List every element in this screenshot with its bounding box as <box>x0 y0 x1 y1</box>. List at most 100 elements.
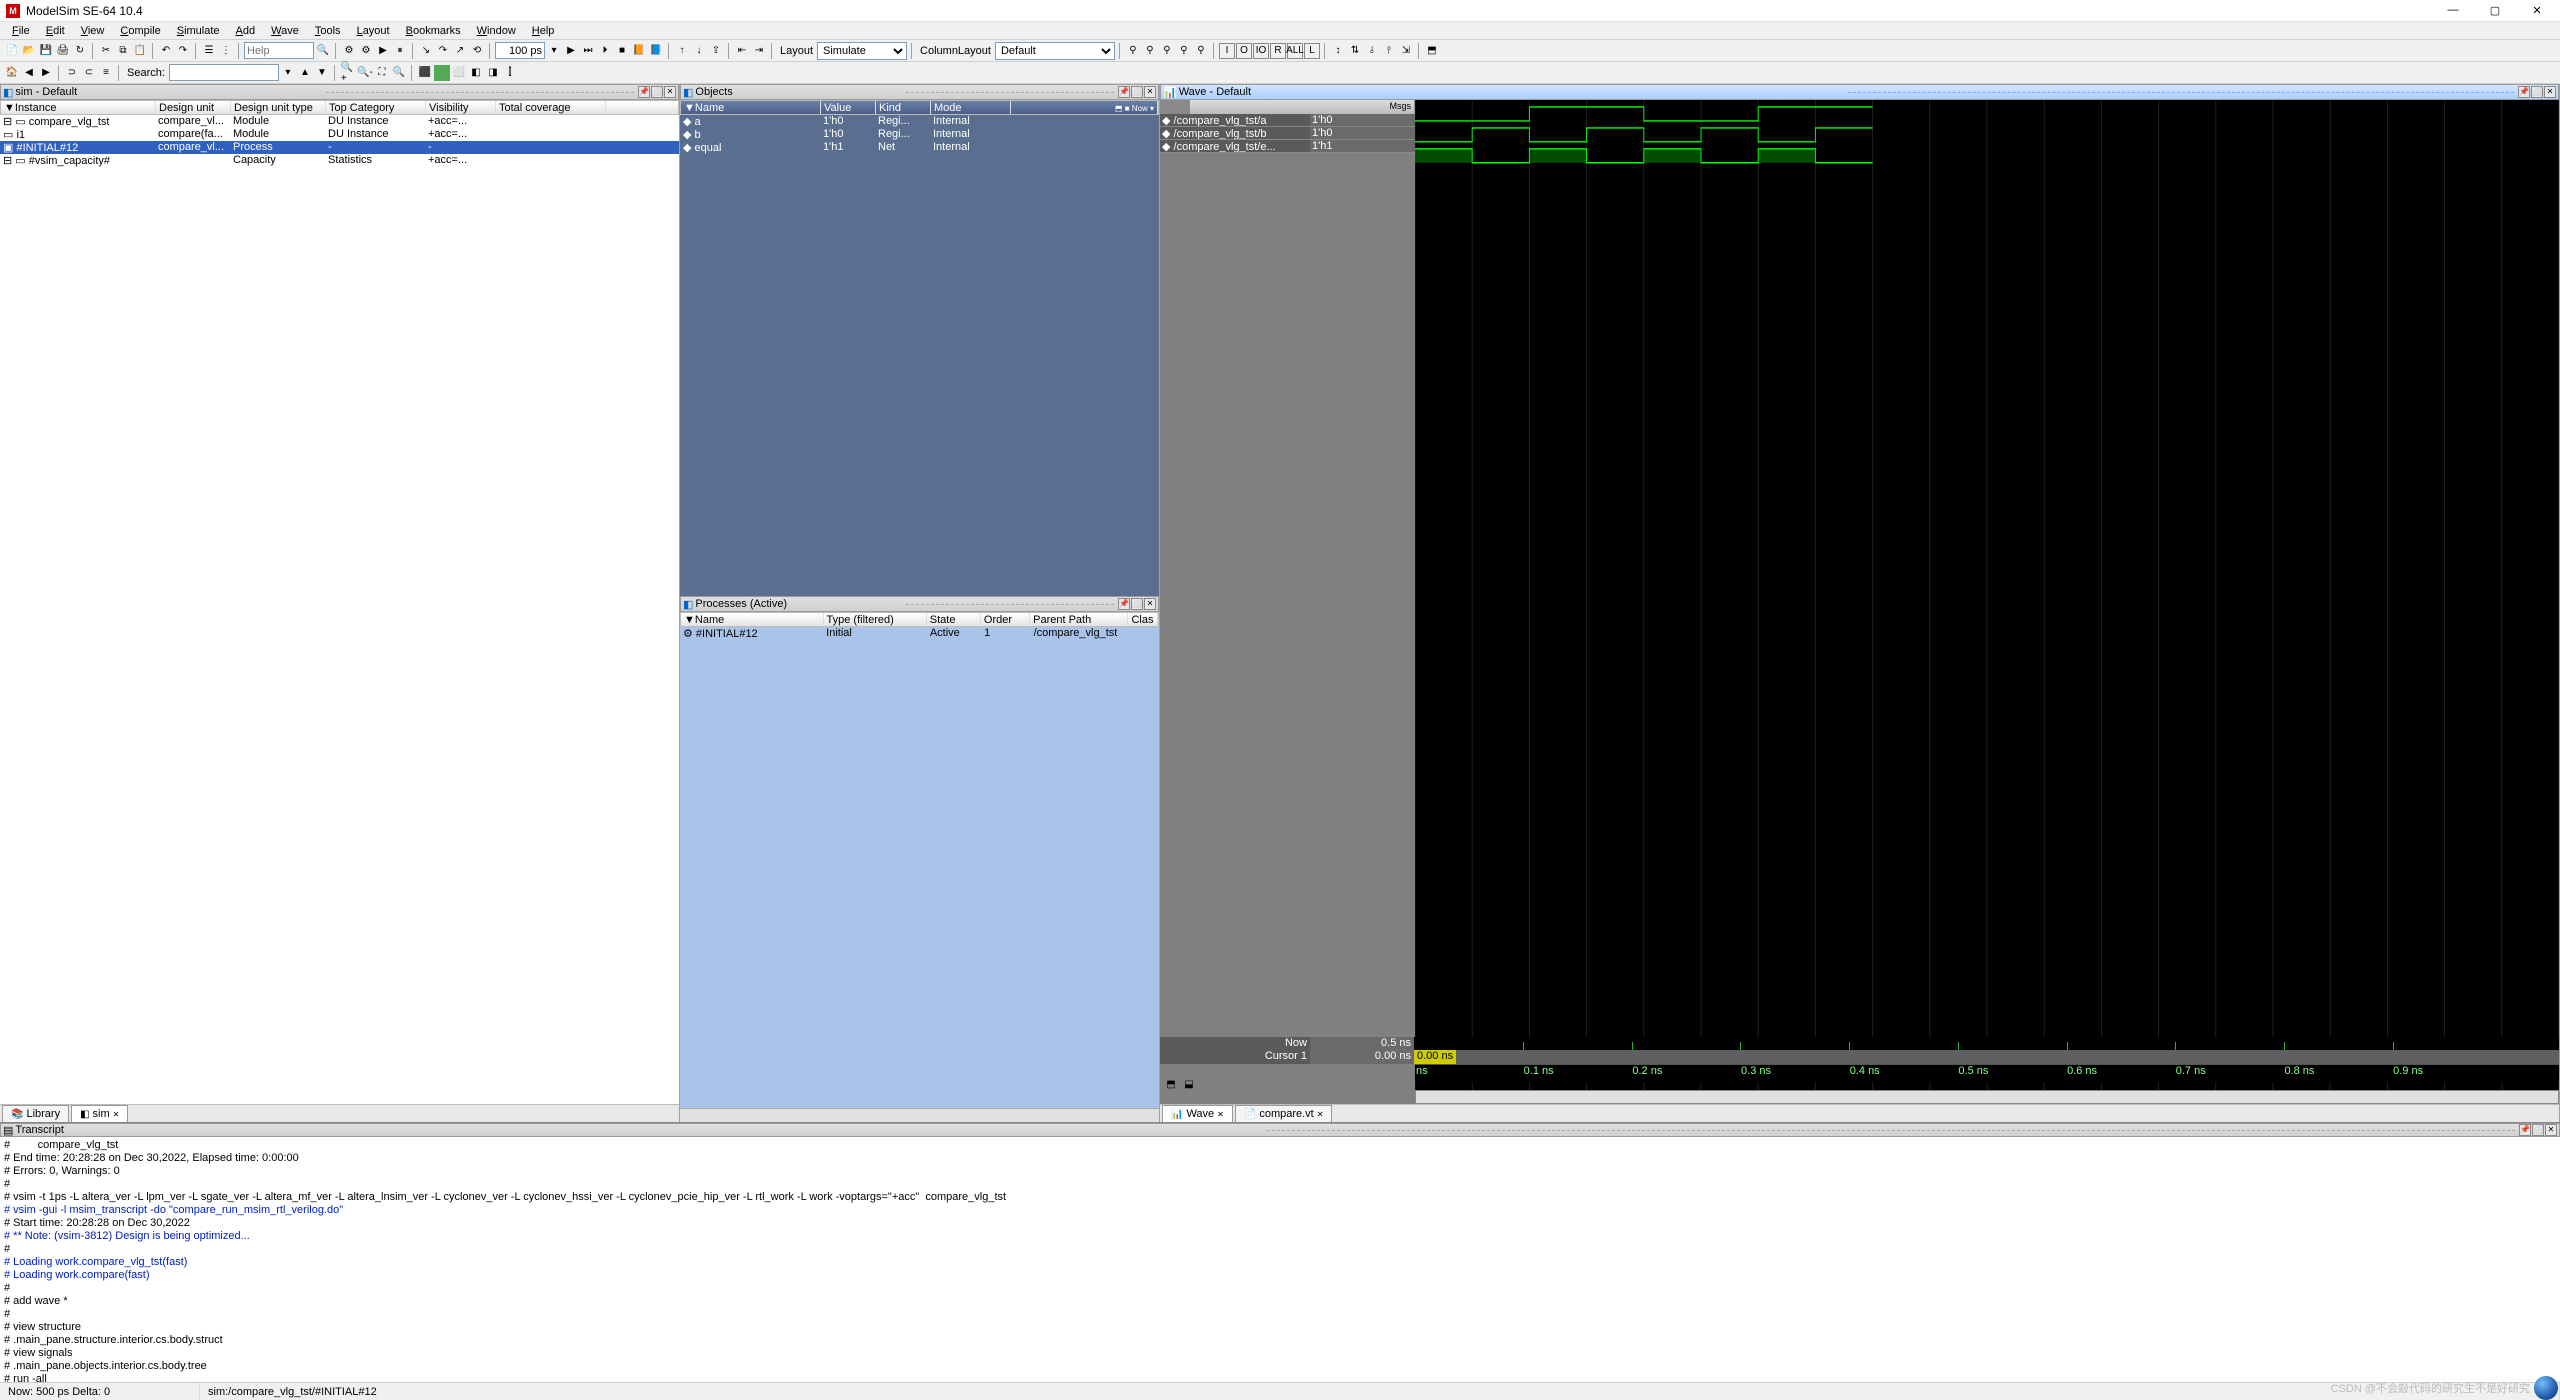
new-icon[interactable]: 📄 <box>4 43 20 59</box>
wave-max-icon[interactable]: ⬜ <box>2531 86 2543 98</box>
maximize-button[interactable]: ▢ <box>2482 4 2508 17</box>
search-dd-icon[interactable]: ▾ <box>280 65 296 81</box>
compile-icon[interactable]: ⚙ <box>341 43 357 59</box>
wave-close-icon[interactable]: ✕ <box>2544 86 2556 98</box>
sim-col-4[interactable]: Visibility <box>426 101 496 114</box>
wave-collapse-icon[interactable]: ⬓ <box>1181 1076 1197 1092</box>
close-icon[interactable]: ✕ <box>1217 1110 1224 1119</box>
columnlayout-select[interactable]: Default <box>995 42 1115 60</box>
wave-style4-icon[interactable]: ◧ <box>468 65 484 81</box>
proc-col-2[interactable]: State <box>927 613 981 626</box>
menu-help[interactable]: Help <box>524 23 563 39</box>
continue-icon[interactable]: ⏵ <box>597 43 613 59</box>
wave-style5-icon[interactable]: ◨ <box>485 65 501 81</box>
zoom-cursor-icon[interactable]: 🔍 <box>391 65 407 81</box>
obj-row[interactable]: ◆ equal1'h1NetInternal <box>680 141 1159 154</box>
up-icon[interactable]: ↑ <box>674 43 690 59</box>
list-icon[interactable]: ⋮ <box>218 43 234 59</box>
objects-close-icon[interactable]: ✕ <box>1144 86 1156 98</box>
nav-next-icon[interactable]: ⇥ <box>751 43 767 59</box>
save-icon[interactable]: 💾 <box>38 43 54 59</box>
proc-row[interactable]: ⚙ #INITIAL#12InitialActive1/compare_vlg_… <box>680 627 1159 640</box>
objects-max-icon[interactable]: ⬜ <box>1131 86 1143 98</box>
proc-col-4[interactable]: Parent Path <box>1030 613 1128 626</box>
menu-view[interactable]: View <box>73 23 113 39</box>
restart-icon[interactable]: ⟲ <box>469 43 485 59</box>
close-button[interactable]: ✕ <box>2524 4 2550 17</box>
processes-close-icon[interactable]: ✕ <box>1144 598 1156 610</box>
sim-col-3[interactable]: Top Category <box>326 101 426 114</box>
obj-row[interactable]: ◆ a1'h0Regi...Internal <box>680 115 1159 128</box>
run-all-icon[interactable]: ⏭ <box>580 43 596 59</box>
menu-edit[interactable]: Edit <box>38 23 73 39</box>
wave-link5-icon[interactable]: ⚲ <box>1193 43 1209 59</box>
objects-list-body[interactable]: ◆ a1'h0Regi...Internal ◆ b1'h0Regi...Int… <box>680 115 1159 596</box>
radix-r-icon[interactable]: R <box>1270 43 1286 59</box>
layout-select[interactable]: Simulate <box>817 42 907 60</box>
sim-col-1[interactable]: Design unit <box>156 101 231 114</box>
objects-dock-icon[interactable]: 📌 <box>1118 86 1130 98</box>
run-length-input[interactable] <box>495 42 545 59</box>
sim-col-5[interactable]: Total coverage <box>496 101 606 114</box>
paste-icon[interactable]: 📋 <box>132 43 148 59</box>
sim-row[interactable]: ⊟ ▭ compare_vlg_tstcompare_vl...ModuleDU… <box>0 115 679 128</box>
wave-hscroll[interactable] <box>1415 1090 2559 1104</box>
radix-i-icon[interactable]: I <box>1219 43 1235 59</box>
wave-style3-icon[interactable]: ⬜ <box>451 65 467 81</box>
help-search-go-icon[interactable]: 🔍 <box>315 43 331 59</box>
home-icon[interactable]: 🏠 <box>4 65 20 81</box>
menu-wave[interactable]: Wave <box>263 23 307 39</box>
simulate-icon[interactable]: ▶ <box>375 43 391 59</box>
wave-style1-icon[interactable]: ⬛ <box>417 65 433 81</box>
break-icon[interactable]: ⏸ <box>392 43 408 59</box>
wave-link2-icon[interactable]: ⚲ <box>1142 43 1158 59</box>
processes-scroll[interactable] <box>680 1108 1159 1122</box>
processes-list-body[interactable]: ⚙ #INITIAL#12InitialActive1/compare_vlg_… <box>680 627 1159 1108</box>
help-search-input[interactable] <box>244 42 314 59</box>
sim-row[interactable]: ⊟ ▭ #vsim_capacity#CapacityStatistics+ac… <box>0 154 679 167</box>
cursor1-icon[interactable]: ↕ <box>1330 43 1346 59</box>
tab-wave[interactable]: 📊 Wave ✕ <box>1162 1105 1233 1122</box>
wave-canvas[interactable]: Msgs ◆ /compare_vlg_tst/a1'h0 ◆ /compare… <box>1160 100 2559 1104</box>
sim-dock-icon[interactable]: 📌 <box>638 86 650 98</box>
cut-icon[interactable]: ✂ <box>98 43 114 59</box>
search-input[interactable] <box>169 64 279 81</box>
wave-expand-icon[interactable]: ⬒ <box>1163 1076 1179 1092</box>
obj-now-toggle[interactable]: ⬒ ■ Now ▾ <box>1011 101 1158 114</box>
sim-col-0[interactable]: ▼Instance <box>1 101 156 114</box>
zoom-full-icon[interactable]: ⛶ <box>374 65 390 81</box>
search-prev-icon[interactable]: ▲ <box>297 65 313 81</box>
proc-col-1[interactable]: Type (filtered) <box>824 613 927 626</box>
obj-col-1[interactable]: Value <box>821 101 876 114</box>
menu-bookmarks[interactable]: Bookmarks <box>398 23 469 39</box>
cursor3-icon[interactable]: ⫰ <box>1364 43 1380 59</box>
cursor4-icon[interactable]: ⫯ <box>1381 43 1397 59</box>
sim-row[interactable]: ▣ #INITIAL#12compare_vl...Process-- <box>0 141 679 154</box>
radix-all-icon[interactable]: ALL <box>1287 43 1303 59</box>
sim-list-body[interactable]: ⊟ ▭ compare_vlg_tstcompare_vl...ModuleDU… <box>0 115 679 1104</box>
obj-row[interactable]: ◆ b1'h0Regi...Internal <box>680 128 1159 141</box>
sim-col-2[interactable]: Design unit type <box>231 101 326 114</box>
starts-icon[interactable]: ⊂ <box>81 65 97 81</box>
tab-sim[interactable]: ◧ sim ✕ <box>71 1105 128 1122</box>
book2-icon[interactable]: 📘 <box>648 43 664 59</box>
tab-compare-vt[interactable]: 📄 compare.vt ✕ <box>1235 1105 1333 1122</box>
tracker-icon[interactable]: ⬒ <box>1424 43 1440 59</box>
compile-all-icon[interactable]: ⚙ <box>358 43 374 59</box>
obj-col-3[interactable]: Mode <box>931 101 1011 114</box>
filter-icon[interactable]: ☰ <box>201 43 217 59</box>
copy-icon[interactable]: ⧉ <box>115 43 131 59</box>
wave-signal-row[interactable]: ◆ /compare_vlg_tst/a1'h0 <box>1160 114 1415 127</box>
processes-dock-icon[interactable]: 📌 <box>1118 598 1130 610</box>
menu-add[interactable]: Add <box>228 23 264 39</box>
print-icon[interactable]: 🖨 <box>55 43 71 59</box>
down-icon[interactable]: ↓ <box>691 43 707 59</box>
wave-signal-row[interactable]: ◆ /compare_vlg_tst/e...1'h1 <box>1160 140 1415 153</box>
refresh-icon[interactable]: ↻ <box>72 43 88 59</box>
transcript-max-icon[interactable]: ⬜ <box>2532 1124 2544 1136</box>
menu-simulate[interactable]: Simulate <box>169 23 228 39</box>
wave-style6-icon[interactable]: ⫿ <box>502 65 518 81</box>
tab-close-icon[interactable]: ✕ <box>113 1110 120 1119</box>
wave-link3-icon[interactable]: ⚲ <box>1159 43 1175 59</box>
wave-dock-icon[interactable]: 📌 <box>2518 86 2530 98</box>
